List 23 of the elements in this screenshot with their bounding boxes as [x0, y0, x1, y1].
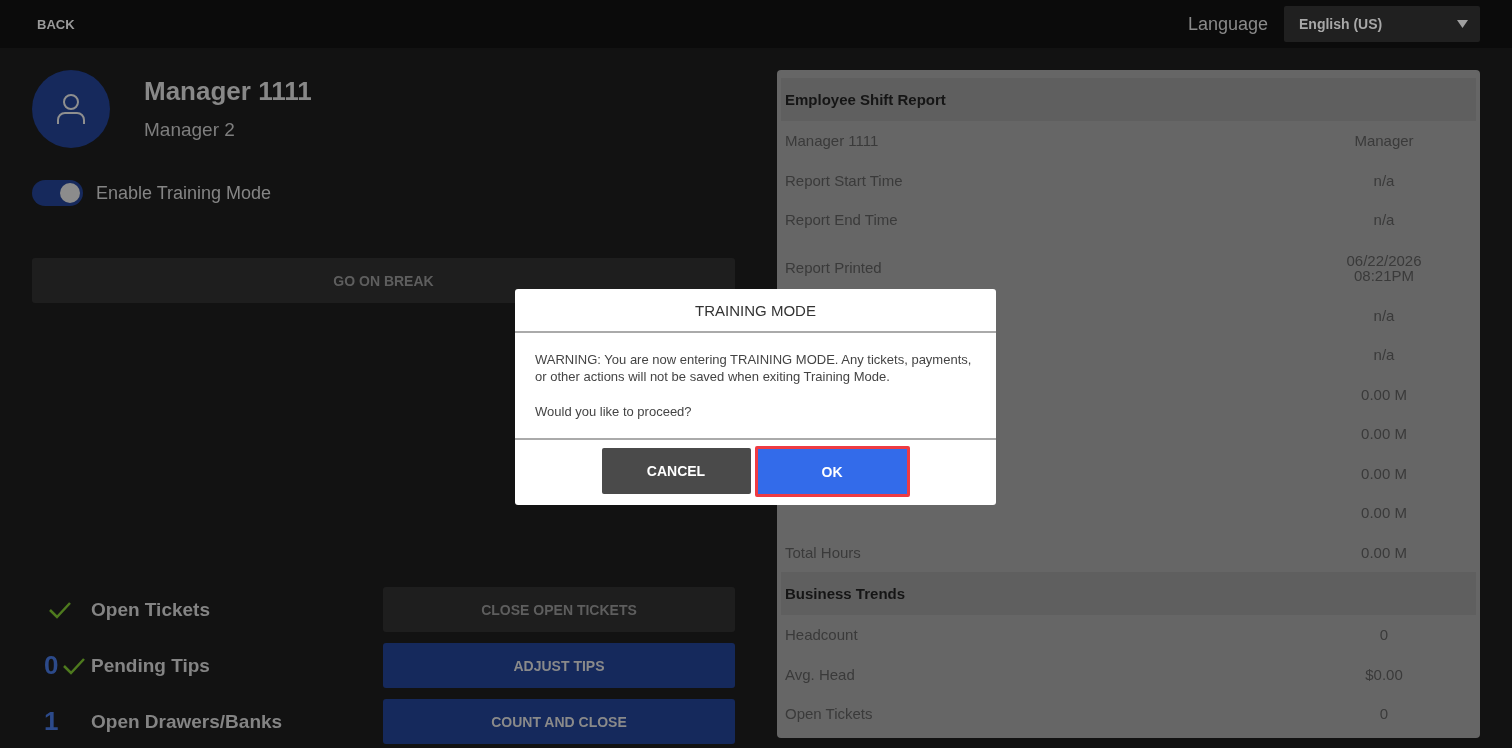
dialog-question: Would you like to proceed? [535, 403, 693, 420]
language-select[interactable]: English (US) [1284, 6, 1480, 42]
person-icon [56, 93, 86, 125]
checklist-action-button[interactable]: COUNT AND CLOSE [383, 699, 735, 744]
employee-name: Manager 1111 [144, 76, 312, 107]
count-indicator: 1 [44, 706, 59, 737]
section-header: Employee Shift Report [781, 78, 1476, 121]
checklist-action-button[interactable]: ADJUST TIPS [383, 643, 735, 688]
cancel-button[interactable]: CANCEL [601, 448, 751, 494]
language-label: Language [1187, 13, 1268, 35]
caret-icon [1457, 20, 1468, 28]
checklist-label: Open Tickets [91, 598, 211, 621]
ok-button[interactable]: OK [754, 446, 910, 497]
dialog-title: TRAINING MODE [515, 289, 996, 333]
checklist-label: Pending Tips [91, 654, 211, 677]
training-mode-toggle[interactable] [32, 180, 83, 206]
count-indicator: 0 [44, 650, 59, 681]
dialog-message: WARNING: You are now entering TRAINING MODE. Any tickets, payments, or other actions will not be saved when exiting Training Mode. [535, 351, 973, 385]
section-header: Business Trends [781, 572, 1476, 615]
checklist-label: Open Drawers/Banks [91, 710, 284, 733]
back-link[interactable]: BACK [37, 16, 75, 32]
toggle-label: Enable Training Mode [96, 182, 272, 204]
employee-role: Manager 2 [144, 119, 236, 141]
